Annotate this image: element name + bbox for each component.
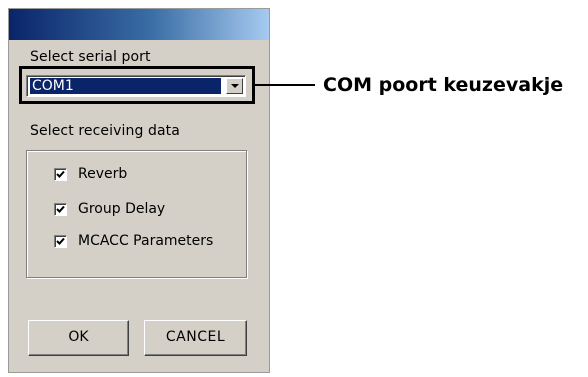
checkmark-icon [56, 205, 65, 213]
cancel-button[interactable]: CANCEL [144, 320, 247, 356]
title-bar[interactable] [9, 9, 269, 40]
serial-port-value: COM1 [30, 78, 221, 94]
serial-port-label: Select serial port [30, 49, 151, 65]
group-delay-label: Group Delay [78, 201, 166, 217]
callout-label: COM poort keuzevakje [323, 74, 564, 96]
serial-port-select[interactable]: COM1 [26, 75, 246, 97]
checkmark-icon [56, 237, 65, 245]
mcacc-parameters-checkbox[interactable] [54, 235, 67, 248]
callout-leader-line [255, 84, 315, 86]
dropdown-button[interactable] [226, 78, 243, 94]
reverb-label: Reverb [78, 166, 128, 182]
receiving-data-label: Select receiving data [30, 123, 180, 139]
ok-button[interactable]: OK [28, 320, 129, 356]
reverb-checkbox[interactable] [54, 168, 67, 181]
group-delay-checkbox[interactable] [54, 203, 67, 216]
chevron-down-icon [231, 84, 239, 88]
checkmark-icon [56, 170, 65, 178]
mcacc-parameters-label: MCACC Parameters [78, 233, 214, 249]
